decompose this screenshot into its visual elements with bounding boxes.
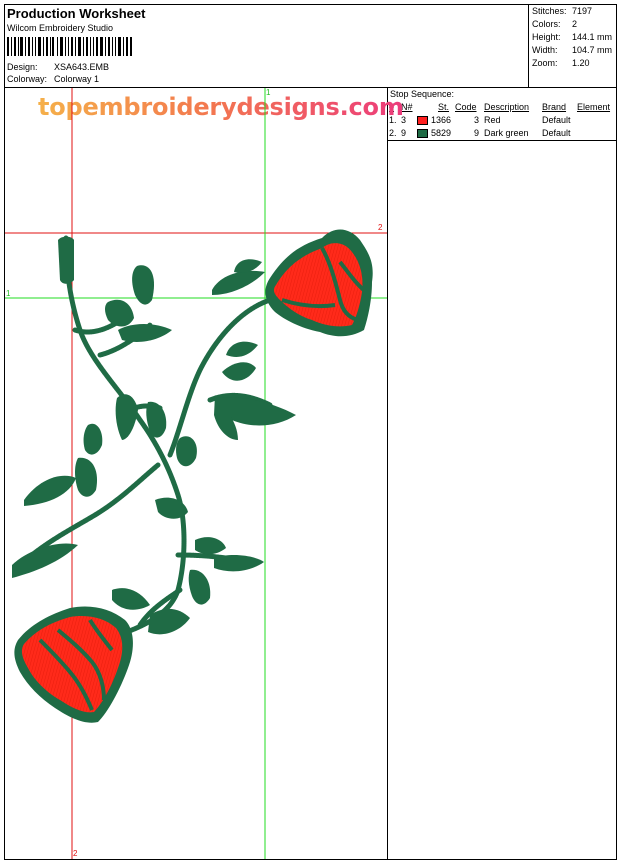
stat-value: 2 [572,19,578,29]
guide-label-green-top: 1 [266,88,271,97]
rose-bottom-left [14,606,133,723]
row-code: 3 [474,115,480,125]
row-needle: 9 [401,128,407,138]
stat-value: 7197 [572,6,593,16]
side-panel-frame [387,140,617,860]
rose-top-right [265,229,373,337]
barcode [7,37,132,56]
row-stitches: 1366 [431,115,452,125]
stat-label: Zoom: [532,58,558,68]
stat-value: 1.20 [572,58,590,68]
stat-value: 104.7 mm [572,45,613,55]
guide-label-red-bottom: 2 [73,849,78,858]
stat-zoom: Zoom: 1.20 [532,58,590,68]
stat-label: Height: [532,32,561,42]
colorway-label: Colorway: [7,74,48,84]
stat-colors: Colors: 2 [532,19,577,29]
stat-width: Width: 104.7 mm [532,45,612,55]
colorway-value: Colorway 1 [54,74,100,84]
design-value: XSA643.EMB [54,62,110,72]
col-brand: Brand [542,102,567,112]
row-description: Red [484,115,501,125]
guide-label-green-left: 1 [6,289,11,298]
software-name: Wilcom Embroidery Studio [7,23,114,33]
embroidery-design [5,88,387,859]
row-brand: Default [542,128,571,138]
color-swatch-red [417,116,428,125]
color-swatch-green [417,129,428,138]
col-stitches: St. [438,102,450,112]
design-label: Design: [7,62,38,72]
col-description: Description [484,102,530,112]
leaves-group [12,236,296,635]
stat-label: Colors: [532,19,561,29]
stat-value: 144.1 mm [572,32,613,42]
guide-label-red-right: 2 [378,223,383,232]
page-title: Production Worksheet [7,6,146,21]
col-element: Element [577,102,611,112]
row-stitches: 5829 [431,128,452,138]
stat-height: Height: 144.1 mm [532,32,612,42]
row-description: Dark green [484,128,529,138]
row-num: 2. [389,128,397,138]
col-code: Code [455,102,477,112]
stat-label: Stitches: [532,6,567,16]
stat-label: Width: [532,45,558,55]
stat-stitches: Stitches: 7197 [532,6,592,16]
row-brand: Default [542,115,571,125]
row-code: 9 [474,128,480,138]
